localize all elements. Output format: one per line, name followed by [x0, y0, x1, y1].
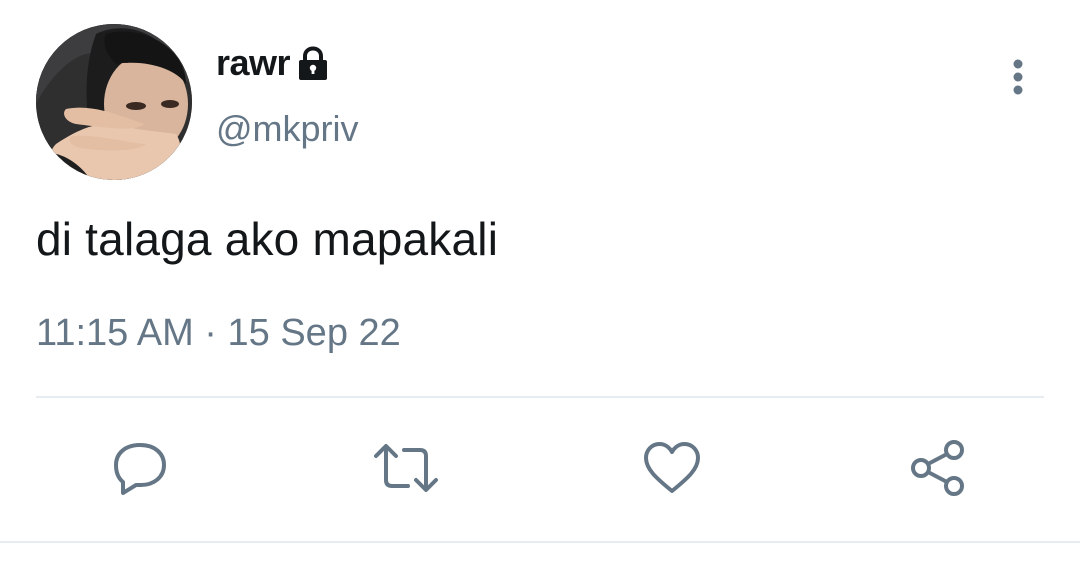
tweet-timestamp[interactable]: 11:15 AM · 15 Sep 22 — [36, 312, 401, 355]
tweet-detail: rawr @mkpriv di talaga ako mapakali 11:1… — [0, 0, 1080, 561]
meta-separator: · — [204, 312, 217, 354]
user-handle[interactable]: @mkpriv — [216, 108, 359, 150]
tweet-date: 15 Sep 22 — [227, 312, 401, 354]
author-row: rawr — [216, 40, 330, 86]
share-button[interactable] — [900, 430, 976, 506]
reply-button[interactable] — [102, 430, 178, 506]
lock-icon — [296, 46, 330, 82]
tweet-time: 11:15 AM — [36, 312, 194, 354]
more-options-button[interactable] — [998, 52, 1038, 100]
display-name[interactable]: rawr — [216, 42, 291, 84]
profile-photo — [36, 24, 192, 180]
divider — [36, 396, 1044, 398]
retweet-button[interactable] — [368, 430, 444, 506]
heart-icon — [644, 442, 700, 493]
retweet-icon — [374, 444, 438, 492]
more-vertical-icon — [1013, 59, 1023, 95]
like-button[interactable] — [634, 430, 710, 506]
share-icon — [911, 440, 964, 496]
bottom-divider — [0, 541, 1080, 543]
avatar[interactable] — [36, 24, 192, 180]
reply-icon — [114, 443, 166, 495]
action-bar — [0, 430, 1080, 506]
tweet-text: di talaga ako mapakali — [36, 213, 499, 265]
